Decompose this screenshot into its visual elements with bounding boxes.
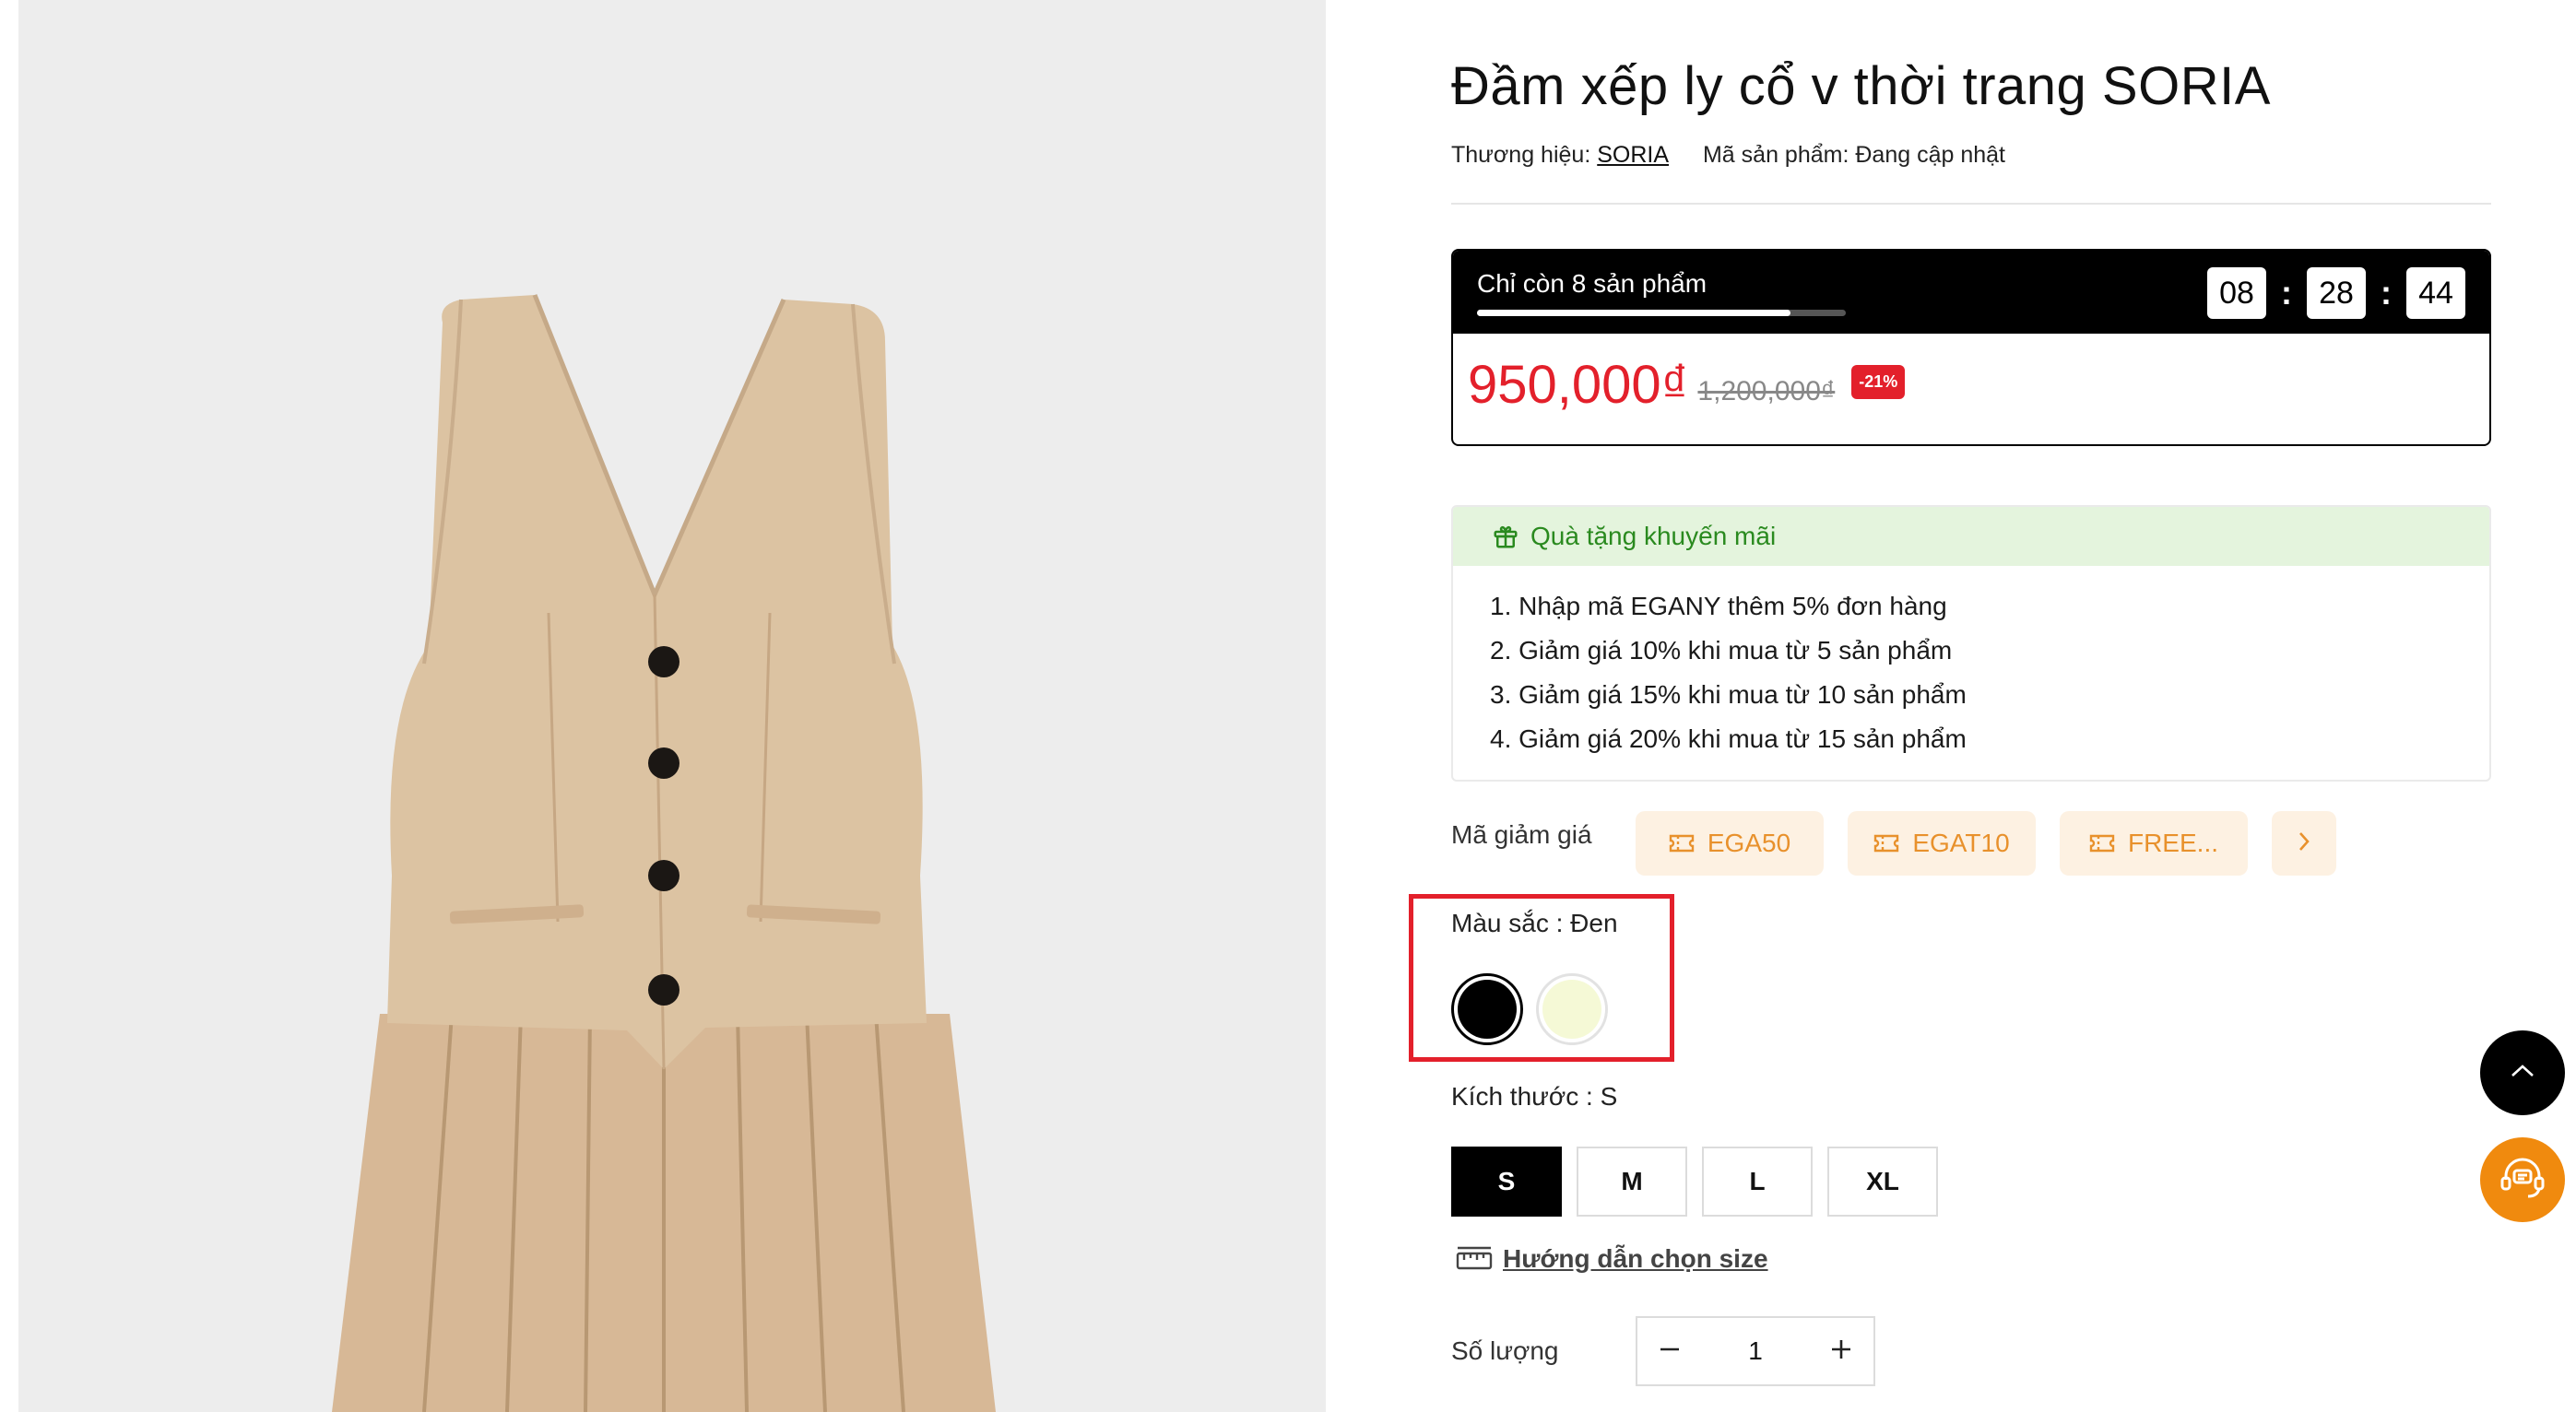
brand-link[interactable]: SORIA	[1597, 142, 1669, 168]
size-guide-link[interactable]: Hướng dẫn chọn size	[1503, 1244, 1768, 1274]
timer-separator: :	[2381, 274, 2392, 312]
product-info-panel: Đầm xếp ly cổ v thời trang SORIA Thương …	[1409, 0, 2491, 1412]
promotion-list: 1. Nhập mã EGANY thêm 5% đơn hàng 2. Giả…	[1453, 566, 2489, 761]
timer-seconds: 44	[2406, 267, 2465, 319]
chevron-up-icon	[2509, 1062, 2536, 1085]
color-swatch-cream[interactable]	[1536, 973, 1608, 1045]
quantity-stepper: 1	[1636, 1316, 1875, 1386]
quantity-input[interactable]: 1	[1702, 1336, 1809, 1366]
ticket-icon	[1669, 833, 1695, 853]
swatch-fill	[1458, 980, 1517, 1039]
sku-value: Đang cập nhật	[1855, 142, 2005, 168]
timer-minutes: 28	[2307, 267, 2366, 319]
promotion-box: Quà tặng khuyến mãi 1. Nhập mã EGANY thê…	[1451, 505, 2491, 782]
dress-image	[332, 294, 996, 1412]
quantity-label: Số lượng	[1451, 1336, 1559, 1365]
stock-progress-bar	[1477, 310, 1846, 316]
divider	[1451, 203, 2491, 205]
coupon-chip-ega50[interactable]: EGA50	[1636, 811, 1824, 876]
coupon-code: FREE...	[2127, 829, 2218, 857]
quantity-decrease-button[interactable]	[1637, 1318, 1702, 1384]
coupon-chip-egat10[interactable]: EGAT10	[1848, 811, 2036, 876]
promotion-item: 1. Nhập mã EGANY thêm 5% đơn hàng	[1490, 592, 1947, 620]
quantity-increase-button[interactable]	[1809, 1318, 1873, 1384]
current-price: 950,000₫	[1468, 355, 1689, 415]
ruler-icon	[1455, 1244, 1494, 1274]
price-row: 950,000₫ 1,200,000₫ -21%	[1468, 354, 1906, 416]
coupon-chip-free[interactable]: FREE...	[2060, 811, 2248, 876]
product-image-gallery[interactable]	[18, 0, 1326, 1412]
coupon-label: Mã giảm giá	[1451, 820, 1592, 849]
promotion-title: Quà tặng khuyến mãi	[1530, 522, 1777, 550]
color-swatch-black[interactable]	[1451, 973, 1523, 1045]
product-title: Đầm xếp ly cổ v thời trang SORIA	[1451, 56, 2271, 116]
plus-icon	[1829, 1337, 1853, 1366]
coupon-next-button[interactable]	[2272, 811, 2336, 876]
timer-hours: 08	[2207, 267, 2266, 319]
coupon-list: EGA50 EGAT10 FREE...	[1636, 811, 2336, 876]
support-chat-button[interactable]	[2480, 1137, 2565, 1222]
stock-progress-fill	[1477, 310, 1790, 316]
swatch-fill	[1542, 980, 1601, 1039]
gift-icon	[1492, 523, 1519, 550]
stock-remaining-text: Chỉ còn 8 sản phẩm	[1477, 269, 1707, 298]
promotion-item: 4. Giảm giá 20% khi mua từ 15 sản phẩm	[1490, 724, 1967, 753]
discount-badge: -21%	[1851, 365, 1906, 399]
size-button-xl[interactable]: XL	[1827, 1147, 1938, 1217]
size-button-m[interactable]: M	[1577, 1147, 1687, 1217]
coupon-code: EGAT10	[1912, 829, 2010, 857]
color-swatches	[1451, 973, 1621, 1045]
size-options: S M L XL	[1451, 1147, 1953, 1217]
ticket-icon	[2089, 833, 2115, 853]
countdown-timer: 08 : 28 : 44	[2207, 267, 2465, 319]
ticket-icon	[1873, 833, 1899, 853]
promotion-item: 2. Giảm giá 10% khi mua từ 5 sản phẩm	[1490, 636, 1953, 665]
product-meta: Thương hiệu: SORIA Mã sản phẩm: Đang cập…	[1451, 142, 2005, 169]
color-label: Màu sắc : Đen	[1451, 909, 1618, 937]
brand-label: Thương hiệu:	[1451, 142, 1591, 168]
timer-separator: :	[2281, 274, 2292, 312]
size-guide[interactable]: Hướng dẫn chọn size	[1455, 1244, 1768, 1274]
coupon-code: EGA50	[1707, 829, 1791, 857]
original-price: 1,200,000₫	[1697, 375, 1836, 406]
size-label: Kích thước : S	[1451, 1082, 1618, 1111]
chevron-right-icon	[2296, 830, 2312, 858]
size-button-s[interactable]: S	[1451, 1147, 1562, 1217]
flash-sale-header: Chỉ còn 8 sản phẩm 08 : 28 : 44	[1453, 251, 2489, 334]
flash-sale-box: Chỉ còn 8 sản phẩm 08 : 28 : 44 950,000₫…	[1451, 249, 2491, 446]
promotion-item: 3. Giảm giá 15% khi mua từ 10 sản phẩm	[1490, 680, 1967, 709]
scroll-to-top-button[interactable]	[2480, 1030, 2565, 1115]
support-chat-icon	[2497, 1152, 2548, 1208]
size-button-l[interactable]: L	[1702, 1147, 1813, 1217]
minus-icon	[1658, 1337, 1682, 1366]
sku-label: Mã sản phẩm:	[1702, 142, 1849, 168]
promotion-header: Quà tặng khuyến mãi	[1453, 507, 2489, 566]
